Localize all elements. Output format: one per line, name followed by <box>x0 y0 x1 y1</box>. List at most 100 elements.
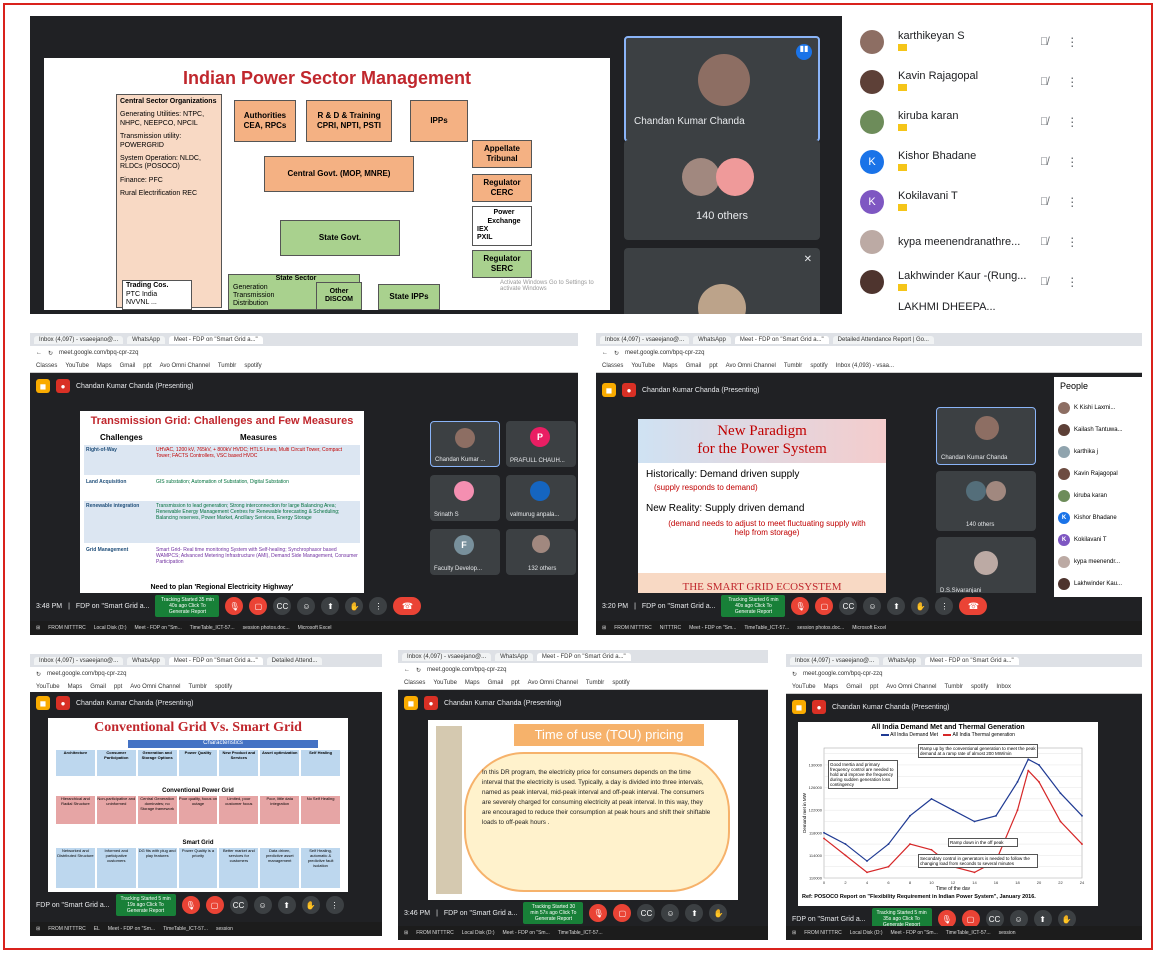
back-icon[interactable]: ← <box>602 350 608 356</box>
start-icon[interactable]: ⊞ <box>404 930 408 936</box>
present-icon[interactable]: ⬆ <box>277 896 296 914</box>
browser-tab[interactable]: WhatsApp <box>693 335 731 344</box>
bookmark[interactable]: Gmail <box>846 684 862 690</box>
presenter-tile[interactable]: Chandan Kumar Chanda <box>936 407 1036 465</box>
taskbar-item[interactable]: FROM NITTTRC <box>416 930 454 936</box>
participant-row[interactable]: Lakhwinder Kaur -(Rung... 🎙̸ ⋮ <box>842 262 1138 302</box>
mic-off-icon[interactable]: 🎙̸ <box>1040 276 1048 288</box>
more-options-icon[interactable]: ⋮ <box>1066 275 1078 289</box>
bookmark[interactable]: Avo Omni Channel <box>528 680 578 686</box>
bookmark[interactable]: YouTube <box>433 680 457 686</box>
stop-presenting-icon[interactable]: ● <box>812 700 826 714</box>
taskbar-item[interactable]: FROM NITTTRC <box>614 625 652 631</box>
taskbar-item[interactable]: Meet - FDP on "Sm... <box>689 625 736 631</box>
others-tile[interactable]: 140 others <box>624 140 820 240</box>
emoji-icon[interactable]: ☺ <box>661 904 680 922</box>
back-icon[interactable]: ← <box>36 350 42 356</box>
more-options-icon[interactable]: ⋮ <box>1066 195 1078 209</box>
raise-hand-icon[interactable]: ✋ <box>911 597 930 615</box>
people-row[interactable]: K Kishor Bhadane <box>1058 507 1142 529</box>
bookmark[interactable]: Classes <box>404 680 425 686</box>
url-bar[interactable]: meet.google.com/bpq-cpr-zzq <box>47 671 126 677</box>
bookmark[interactable]: Inbox <box>996 684 1011 690</box>
taskbar-item[interactable]: FROM NITTTRC <box>48 926 86 932</box>
participant-tile[interactable]: D.S.Sivaranjani <box>936 537 1036 597</box>
more-options-icon[interactable]: ⋮ <box>1066 155 1078 169</box>
bookmark[interactable]: Tumblr <box>945 684 963 690</box>
mic-off-icon[interactable]: 🎙̸ <box>1040 196 1048 208</box>
tracking-button[interactable]: Tracking Started 5 min 19s ago Click To … <box>115 894 176 916</box>
mic-off-icon[interactable]: 🎙 <box>791 597 810 615</box>
taskbar-item[interactable]: FROM NITTTRC <box>48 625 86 631</box>
bookmark[interactable]: Gmail <box>488 680 504 686</box>
browser-tab[interactable]: Inbox (4,097) - vsaeejano@... <box>790 656 880 665</box>
bookmark[interactable]: YouTube <box>65 363 89 369</box>
bookmark[interactable]: Avo Omni Channel <box>130 684 180 690</box>
refresh-icon[interactable]: ↻ <box>614 350 619 357</box>
taskbar-item[interactable]: session photos.doc... <box>797 625 844 631</box>
refresh-icon[interactable]: ↻ <box>36 671 41 678</box>
bookmark[interactable]: Maps <box>97 363 112 369</box>
browser-tab[interactable]: WhatsApp <box>127 656 165 665</box>
end-call-icon[interactable]: ☎ <box>959 597 988 615</box>
raise-hand-icon[interactable]: ✋ <box>345 597 364 615</box>
taskbar-item[interactable]: Meet - FDP on "Sm... <box>135 625 182 631</box>
present-icon[interactable]: ⬆ <box>321 597 340 615</box>
bookmark[interactable]: ppt <box>143 363 151 369</box>
taskbar-item[interactable]: NITTTRC <box>660 625 681 631</box>
mic-off-icon[interactable]: 🎙̸ <box>1040 236 1048 248</box>
bookmark[interactable]: spotify <box>810 363 827 369</box>
more-options-icon[interactable]: ⋮ <box>1066 75 1078 89</box>
bookmark[interactable]: Avo Omni Channel <box>160 363 210 369</box>
taskbar-item[interactable]: Meet - FDP on "Sm... <box>891 930 938 936</box>
bookmark[interactable]: Tumblr <box>218 363 236 369</box>
raise-hand-icon[interactable]: ✋ <box>709 904 728 922</box>
participant-tile[interactable]: Chandan Kumar ... <box>430 421 500 467</box>
bookmark[interactable]: Inbox (4,093) - vsaa... <box>836 363 894 369</box>
bookmark[interactable]: YouTube <box>792 684 816 690</box>
browser-tab[interactable]: Meet - FDP on "Smart Grid a..." <box>536 652 631 661</box>
captions-icon[interactable]: CC <box>839 597 858 615</box>
camera-off-icon[interactable]: ▢ <box>249 597 268 615</box>
bookmark[interactable]: YouTube <box>36 684 60 690</box>
taskbar-item[interactable]: session photos.doc... <box>243 625 290 631</box>
bookmark[interactable]: YouTube <box>631 363 655 369</box>
more-options-icon[interactable]: ⋮ <box>1066 115 1078 129</box>
taskbar-item[interactable]: EL <box>94 926 100 932</box>
people-row[interactable]: Lakhwinder Kau... <box>1058 573 1142 595</box>
bookmark[interactable]: spotify <box>215 684 232 690</box>
more-options-icon[interactable]: ⋮ <box>1066 235 1078 249</box>
tracking-button[interactable]: Tracking Started 6 min 40s ago Click To … <box>721 595 786 617</box>
taskbar-item[interactable]: TimeTable_ICT-57... <box>558 930 603 936</box>
start-icon[interactable]: ⊞ <box>36 926 40 932</box>
participant-tile[interactable]: Srinath S <box>430 475 500 521</box>
taskbar-item[interactable]: Meet - FDP on "Sm... <box>503 930 550 936</box>
browser-tab[interactable]: Meet - FDP on "Smart Grid a..." <box>924 656 1019 665</box>
bookmark[interactable]: ppt <box>870 684 878 690</box>
start-icon[interactable]: ⊞ <box>602 625 606 631</box>
taskbar-item[interactable]: Local Disk (D:) <box>462 930 495 936</box>
present-icon[interactable]: ⬆ <box>685 904 704 922</box>
browser-tab[interactable]: WhatsApp <box>883 656 921 665</box>
stop-presenting-icon[interactable]: ● <box>56 696 70 710</box>
taskbar-item[interactable]: Microsoft Excel <box>852 625 886 631</box>
back-icon[interactable]: ← <box>404 667 410 673</box>
mic-off-icon[interactable]: 🎙̸ <box>1040 76 1048 88</box>
browser-tab[interactable]: Inbox (4,097) - vsaeejano@... <box>34 656 124 665</box>
emoji-icon[interactable]: ☺ <box>253 896 272 914</box>
end-call-icon[interactable]: ☎ <box>393 597 422 615</box>
bookmark[interactable]: spotify <box>971 684 988 690</box>
browser-tab[interactable]: Meet - FDP on "Smart Grid a..." <box>168 656 263 665</box>
start-icon[interactable]: ⊞ <box>36 625 40 631</box>
bookmark[interactable]: ppt <box>511 680 519 686</box>
camera-off-icon[interactable]: ▢ <box>815 597 834 615</box>
browser-tab[interactable]: WhatsApp <box>127 335 165 344</box>
url-bar[interactable]: meet.google.com/bpq-cpr-zzq <box>625 350 704 356</box>
start-icon[interactable]: ⊞ <box>792 930 796 936</box>
bookmark[interactable]: spotify <box>612 680 629 686</box>
bookmark[interactable]: Tumblr <box>586 680 604 686</box>
emoji-icon[interactable]: ☺ <box>863 597 882 615</box>
url-bar[interactable]: meet.google.com/bpq-cpr-zzq <box>427 667 506 673</box>
participant-row[interactable]: K Kishor Bhadane 🎙̸ ⋮ <box>842 142 1138 182</box>
taskbar-item[interactable]: FROM NITTTRC <box>804 930 842 936</box>
